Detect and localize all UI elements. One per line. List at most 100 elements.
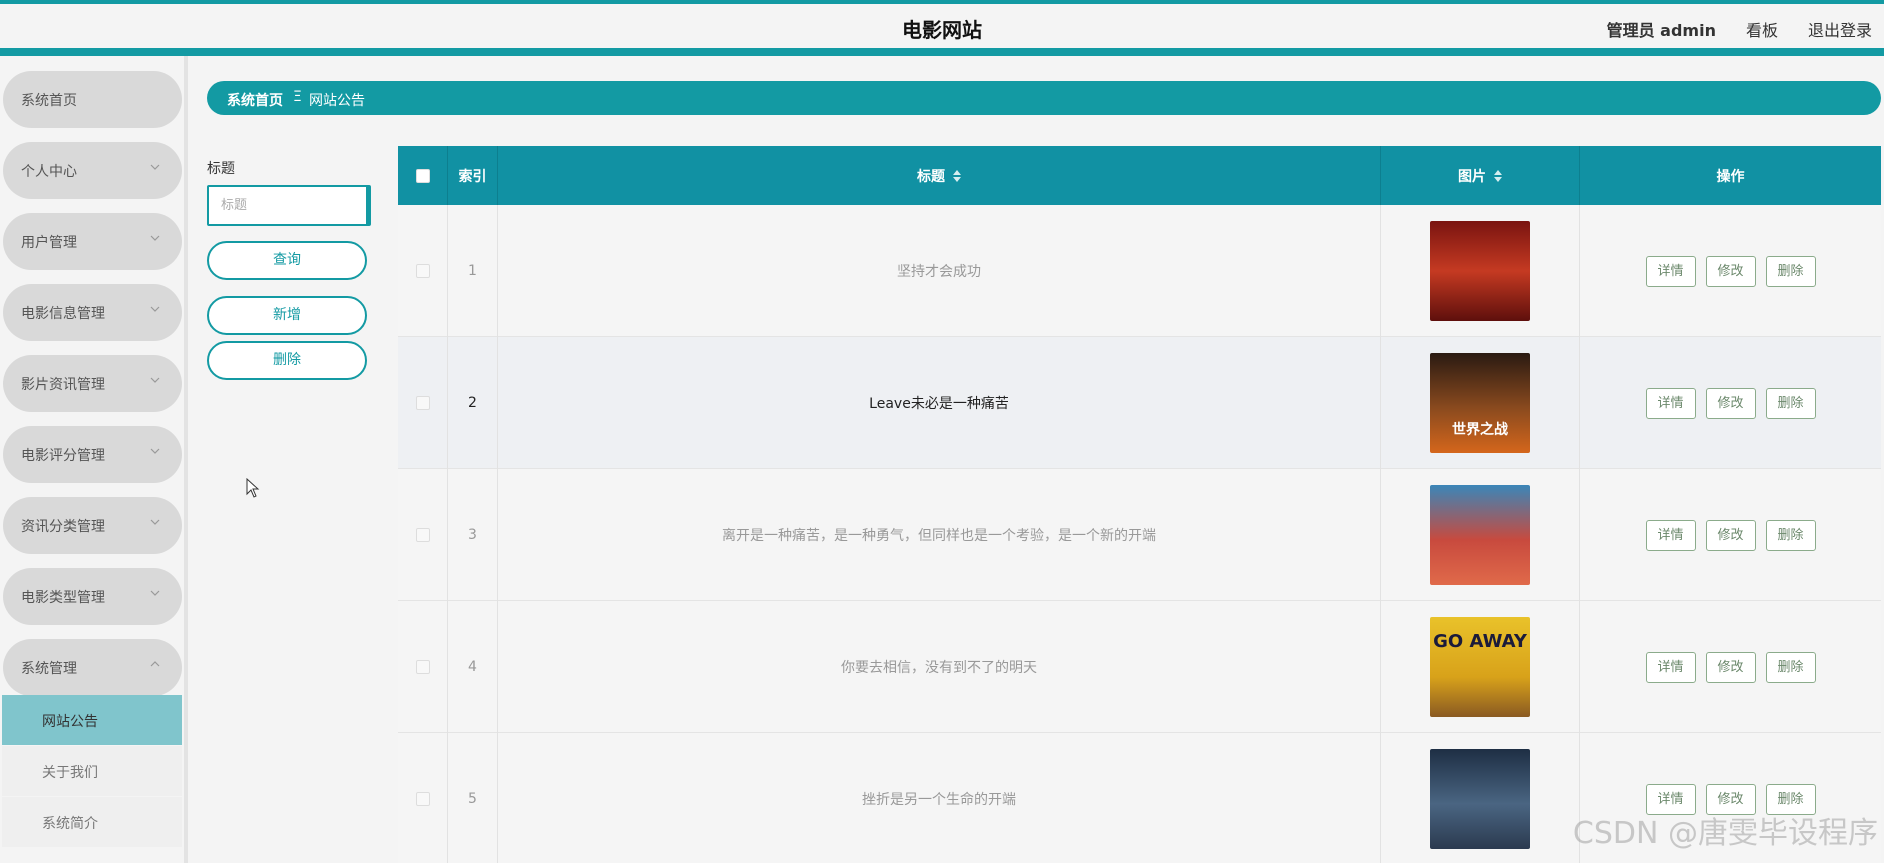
header-nav: 管理员 admin 看板 退出登录 — [1607, 17, 1872, 41]
sidebar-item-movie-news[interactable]: 影片资讯管理 — [3, 355, 182, 412]
sidebar-item-label: 影片资讯管理 — [21, 377, 105, 393]
header: 电影网站 管理员 admin 看板 退出登录 — [0, 4, 1884, 48]
row-title: 坚持才会成功 — [498, 205, 1381, 337]
chevron-down-icon — [150, 306, 160, 312]
add-button[interactable]: 新增 — [207, 296, 367, 335]
edit-button[interactable]: 修改 — [1705, 651, 1756, 683]
site-title: 电影网站 — [902, 18, 982, 42]
sidebar-item-label: 资讯分类管理 — [21, 519, 105, 535]
chevron-down-icon — [150, 235, 160, 241]
sidebar-subitem-label: 关于我们 — [42, 765, 98, 781]
row-delete-button[interactable]: 删除 — [1765, 387, 1816, 419]
edit-button[interactable]: 修改 — [1705, 255, 1756, 287]
sidebar-subitem-label: 网站公告 — [42, 714, 98, 730]
sidebar-subitem-label: 系统简介 — [42, 816, 98, 832]
search-label: 标题 — [207, 161, 235, 177]
row-delete-button[interactable]: 删除 — [1765, 519, 1816, 551]
row-delete-button[interactable]: 删除 — [1765, 255, 1816, 287]
username: admin — [1660, 21, 1716, 40]
table-row: 2 Leave未必是一种痛苦 世界之战 详情 修改 删除 — [398, 337, 1881, 469]
details-button[interactable]: 详情 — [1645, 519, 1696, 551]
sidebar-item-label: 系统管理 — [21, 661, 77, 677]
row-checkbox[interactable] — [415, 396, 430, 410]
sidebar-item-label: 用户管理 — [21, 235, 77, 251]
header-bottom-bar — [0, 48, 1884, 56]
row-index: 3 — [448, 469, 498, 601]
sort-icon[interactable] — [953, 169, 961, 182]
chevron-down-icon — [150, 377, 160, 383]
logout-link[interactable]: 退出登录 — [1808, 17, 1872, 41]
details-button[interactable]: 详情 — [1645, 255, 1696, 287]
edit-button[interactable]: 修改 — [1705, 387, 1756, 419]
row-index: 2 — [448, 337, 498, 469]
header-actions: 操作 — [1580, 146, 1881, 205]
sidebar-item-label: 电影信息管理 — [21, 306, 105, 322]
details-button[interactable]: 详情 — [1645, 651, 1696, 683]
user-role: 管理员 — [1606, 21, 1655, 40]
sidebar-item-news-category[interactable]: 资讯分类管理 — [3, 497, 182, 554]
sidebar-item-personal[interactable]: 个人中心 — [3, 142, 182, 199]
select-all-checkbox[interactable] — [415, 168, 430, 183]
sidebar-item-label: 电影类型管理 — [21, 590, 105, 606]
table-row: 3 离开是一种痛苦，是一种勇气，但同样也是一个考验，是一个新的开端 详情 修改 … — [398, 469, 1881, 601]
row-delete-button[interactable]: 删除 — [1765, 651, 1816, 683]
header-index: 索引 — [448, 146, 498, 205]
header-title-label: 标题 — [917, 168, 945, 185]
breadcrumb-home[interactable]: 系统首页 — [227, 90, 283, 110]
header-select-all — [398, 146, 448, 205]
sidebar-item-users[interactable]: 用户管理 — [3, 213, 182, 270]
details-button[interactable]: 详情 — [1645, 387, 1696, 419]
sidebar-item-movie-type[interactable]: 电影类型管理 — [3, 568, 182, 625]
user-info: 管理员 admin — [1607, 17, 1716, 41]
row-checkbox[interactable] — [415, 660, 430, 674]
chevron-down-icon — [150, 590, 160, 596]
sidebar-item-movie-info[interactable]: 电影信息管理 — [3, 284, 182, 341]
title-search-input[interactable] — [207, 185, 371, 226]
sort-icon[interactable] — [1494, 169, 1502, 182]
poster-image — [1430, 749, 1530, 849]
table-header: 索引 标题 图片 操作 — [398, 146, 1881, 205]
sidebar-item-label: 系统首页 — [21, 93, 77, 109]
row-title: Leave未必是一种痛苦 — [498, 337, 1381, 469]
poster-text: 世界之战 — [1452, 422, 1508, 438]
breadcrumb: 系统首页 Ξ 网站公告 — [207, 81, 1881, 115]
header-image[interactable]: 图片 — [1381, 146, 1580, 205]
chevron-down-icon — [150, 519, 160, 525]
table-row: 1 坚持才会成功 详情 修改 删除 — [398, 205, 1881, 337]
header-title[interactable]: 标题 — [498, 146, 1381, 205]
mouse-cursor-icon — [246, 478, 260, 498]
table-row: 4 你要去相信，没有到不了的明天 GO AWAY 详情 修改 删除 — [398, 601, 1881, 733]
sidebar-item-movie-rating[interactable]: 电影评分管理 — [3, 426, 182, 483]
poster-image: GO AWAY — [1430, 617, 1530, 717]
watermark: CSDN @唐雯毕设程序 — [1572, 816, 1878, 851]
row-index: 1 — [448, 205, 498, 337]
breadcrumb-current: 网站公告 — [309, 93, 365, 109]
delete-button[interactable]: 删除 — [207, 341, 367, 380]
row-checkbox[interactable] — [415, 264, 430, 278]
edit-button[interactable]: 修改 — [1705, 519, 1756, 551]
sidebar-subitem-about[interactable]: 关于我们 — [2, 746, 182, 796]
breadcrumb-separator-icon: Ξ — [293, 89, 302, 105]
header-index-label: 索引 — [458, 168, 487, 185]
row-checkbox[interactable] — [415, 528, 430, 542]
header-actions-label: 操作 — [1716, 168, 1745, 185]
row-title: 你要去相信，没有到不了的明天 — [498, 601, 1381, 733]
sidebar-item-system[interactable]: 系统管理 — [3, 639, 182, 696]
sidebar-subitem-intro[interactable]: 系统简介 — [2, 797, 182, 847]
chevron-down-icon — [150, 164, 160, 170]
board-link[interactable]: 看板 — [1746, 17, 1778, 41]
sidebar-item-home[interactable]: 系统首页 — [3, 71, 182, 128]
poster-text: GO AWAY — [1433, 631, 1527, 652]
announcement-table: 索引 标题 图片 操作 1 坚持才会成功 详情 修改 删除 2 Leave未必是… — [398, 146, 1881, 863]
row-index: 4 — [448, 601, 498, 733]
row-checkbox[interactable] — [415, 792, 430, 806]
sidebar-subitem-announcement[interactable]: 网站公告 — [2, 695, 182, 745]
sidebar-item-label: 电影评分管理 — [21, 448, 105, 464]
poster-image — [1430, 485, 1530, 585]
poster-image — [1430, 221, 1530, 321]
header-image-label: 图片 — [1458, 168, 1486, 185]
sidebar: 系统首页 个人中心 用户管理 电影信息管理 影片资讯管理 电影评分管理 资讯分类… — [0, 56, 188, 863]
query-button[interactable]: 查询 — [207, 241, 367, 280]
row-title: 离开是一种痛苦，是一种勇气，但同样也是一个考验，是一个新的开端 — [498, 469, 1381, 601]
sidebar-item-label: 个人中心 — [21, 164, 77, 180]
